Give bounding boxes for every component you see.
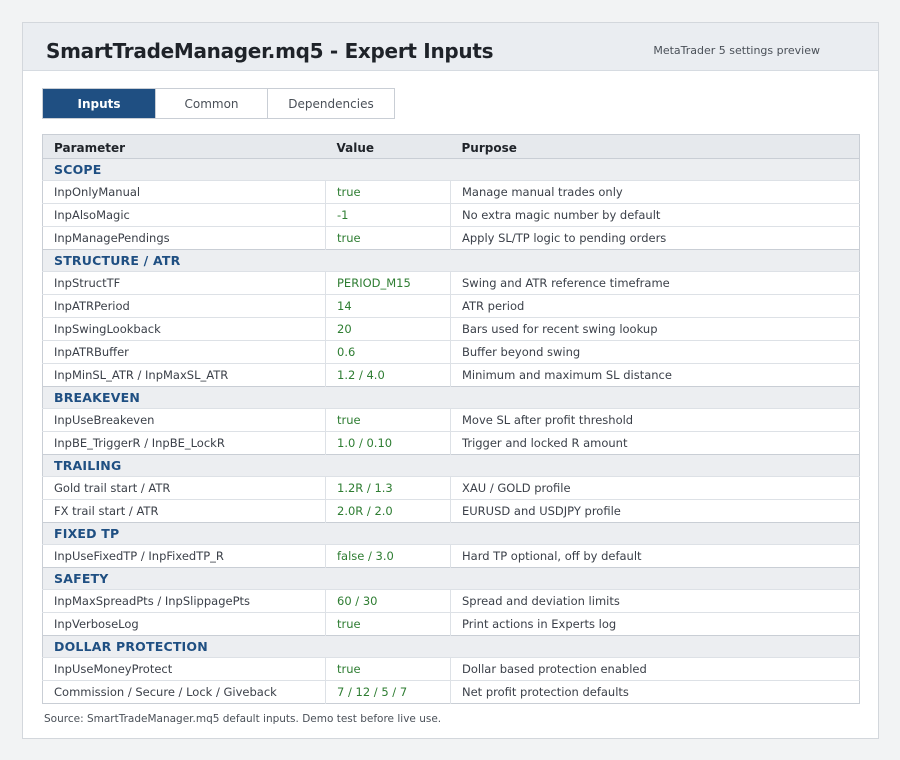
window-header: SmartTradeManager.mq5 - Expert Inputs Me… [23,23,878,71]
param-cell: InpBE_TriggerR / InpBE_LockR [42,431,326,455]
param-cell: InpATRPeriod [42,294,326,318]
table-row[interactable]: InpBE_TriggerR / InpBE_LockR 1.0 / 0.10 Tr… [42,431,860,455]
table-row[interactable]: InpATRPeriod 14 ATR period [42,294,860,318]
value-cell[interactable]: 1.2R / 1.3 [325,476,451,500]
section-title: BREAKEVEN [42,386,860,409]
purpose-cell: Swing and ATR reference timeframe [450,271,860,295]
table-row[interactable]: FX trail start / ATR 2.0R / 2.0 EURUSD and… [42,499,860,523]
param-cell: InpManagePendings [42,226,326,250]
purpose-cell: Net profit protection defaults [450,680,860,704]
table-body: SCOPE InpOnlyManual true Manage manual trad… [42,158,860,704]
page-title: SmartTradeManager.mq5 - Expert Inputs [46,39,494,63]
param-cell: InpOnlyManual [42,180,326,204]
purpose-cell: Dollar based protection enabled [450,657,860,681]
section-row: DOLLAR PROTECTION [42,635,860,658]
table-row[interactable]: InpSwingLookback 20 Bars used for recent s… [42,317,860,341]
column-header-parameter: Parameter [42,134,326,159]
value-cell[interactable]: -1 [325,203,451,227]
column-header-value: Value [325,134,451,159]
table-row[interactable]: InpATRBuffer 0.6 Buffer beyond swing [42,340,860,364]
section-row: SAFETY [42,567,860,590]
section-title: SCOPE [42,158,860,181]
value-cell[interactable]: true [325,408,451,432]
purpose-cell: Apply SL/TP logic to pending orders [450,226,860,250]
value-cell[interactable]: true [325,657,451,681]
value-cell[interactable]: 2.0R / 2.0 [325,499,451,523]
param-cell: InpStructTF [42,271,326,295]
value-cell[interactable]: 1.2 / 4.0 [325,363,451,387]
table-row[interactable]: InpUseMoneyProtect true Dollar based prote… [42,657,860,681]
value-cell[interactable]: true [325,612,451,636]
purpose-cell: Hard TP optional, off by default [450,544,860,568]
tab-common[interactable]: Common [155,89,267,118]
table-row[interactable]: InpUseFixedTP / InpFixedTP_R false / 3.0 H… [42,544,860,568]
param-cell: Commission / Secure / Lock / Giveback [42,680,326,704]
section-row: STRUCTURE / ATR [42,249,860,272]
table-row[interactable]: InpOnlyManual true Manage manual trades on… [42,180,860,204]
purpose-cell: Manage manual trades only [450,180,860,204]
inputs-table: Parameter Value Purpose SCOPE InpOnlyManu… [42,134,860,704]
value-cell[interactable]: 0.6 [325,340,451,364]
tab-dependencies[interactable]: Dependencies [267,89,394,118]
table-row[interactable]: InpManagePendings true Apply SL/TP logic t… [42,226,860,250]
param-cell: Gold trail start / ATR [42,476,326,500]
purpose-cell: XAU / GOLD profile [450,476,860,500]
value-cell[interactable]: 20 [325,317,451,341]
footer-note: Source: SmartTradeManager.mq5 default in… [44,713,442,725]
purpose-cell: ATR period [450,294,860,318]
column-header-purpose: Purpose [450,134,860,159]
purpose-cell: Print actions in Experts log [450,612,860,636]
section-row: TRAILING [42,454,860,477]
tab-bar: Inputs Common Dependencies [42,88,395,119]
section-title: TRAILING [42,454,860,477]
value-cell[interactable]: true [325,226,451,250]
table-row[interactable]: InpAlsoMagic -1 No extra magic number by d… [42,203,860,227]
value-cell[interactable]: true [325,180,451,204]
purpose-cell: Move SL after profit threshold [450,408,860,432]
section-row: FIXED TP [42,522,860,545]
value-cell[interactable]: 1.0 / 0.10 [325,431,451,455]
value-cell[interactable]: PERIOD_M15 [325,271,451,295]
tab-inputs[interactable]: Inputs [43,89,155,118]
purpose-cell: Minimum and maximum SL distance [450,363,860,387]
table-row[interactable]: Commission / Secure / Lock / Giveback 7 /… [42,680,860,704]
section-title: FIXED TP [42,522,860,545]
param-cell: InpUseMoneyProtect [42,657,326,681]
purpose-cell: No extra magic number by default [450,203,860,227]
section-title: STRUCTURE / ATR [42,249,860,272]
table-row[interactable]: InpVerboseLog true Print actions in Expert… [42,612,860,636]
value-cell[interactable]: 7 / 12 / 5 / 7 [325,680,451,704]
table-row[interactable]: Gold trail start / ATR 1.2R / 1.3 XAU / GO… [42,476,860,500]
param-cell: FX trail start / ATR [42,499,326,523]
table-row[interactable]: InpMaxSpreadPts / InpSlippagePts 60 / 30 S… [42,589,860,613]
purpose-cell: Bars used for recent swing lookup [450,317,860,341]
value-cell[interactable]: 14 [325,294,451,318]
purpose-cell: EURUSD and USDJPY profile [450,499,860,523]
page-subtitle: MetaTrader 5 settings preview [653,44,820,57]
table-row[interactable]: InpStructTF PERIOD_M15 Swing and ATR refer… [42,271,860,295]
table-header-row: Parameter Value Purpose [42,134,860,159]
table-row[interactable]: InpMinSL_ATR / InpMaxSL_ATR 1.2 / 4.0 Mini… [42,363,860,387]
section-title: DOLLAR PROTECTION [42,635,860,658]
section-row: SCOPE [42,158,860,181]
section-row: BREAKEVEN [42,386,860,409]
purpose-cell: Buffer beyond swing [450,340,860,364]
purpose-cell: Spread and deviation limits [450,589,860,613]
value-cell[interactable]: 60 / 30 [325,589,451,613]
section-title: SAFETY [42,567,860,590]
param-cell: InpAlsoMagic [42,203,326,227]
param-cell: InpMaxSpreadPts / InpSlippagePts [42,589,326,613]
param-cell: InpUseBreakeven [42,408,326,432]
purpose-cell: Trigger and locked R amount [450,431,860,455]
param-cell: InpATRBuffer [42,340,326,364]
param-cell: InpMinSL_ATR / InpMaxSL_ATR [42,363,326,387]
param-cell: InpUseFixedTP / InpFixedTP_R [42,544,326,568]
param-cell: InpVerboseLog [42,612,326,636]
param-cell: InpSwingLookback [42,317,326,341]
table-row[interactable]: InpUseBreakeven true Move SL after profit … [42,408,860,432]
settings-window: SmartTradeManager.mq5 - Expert Inputs Me… [22,22,879,739]
value-cell[interactable]: false / 3.0 [325,544,451,568]
